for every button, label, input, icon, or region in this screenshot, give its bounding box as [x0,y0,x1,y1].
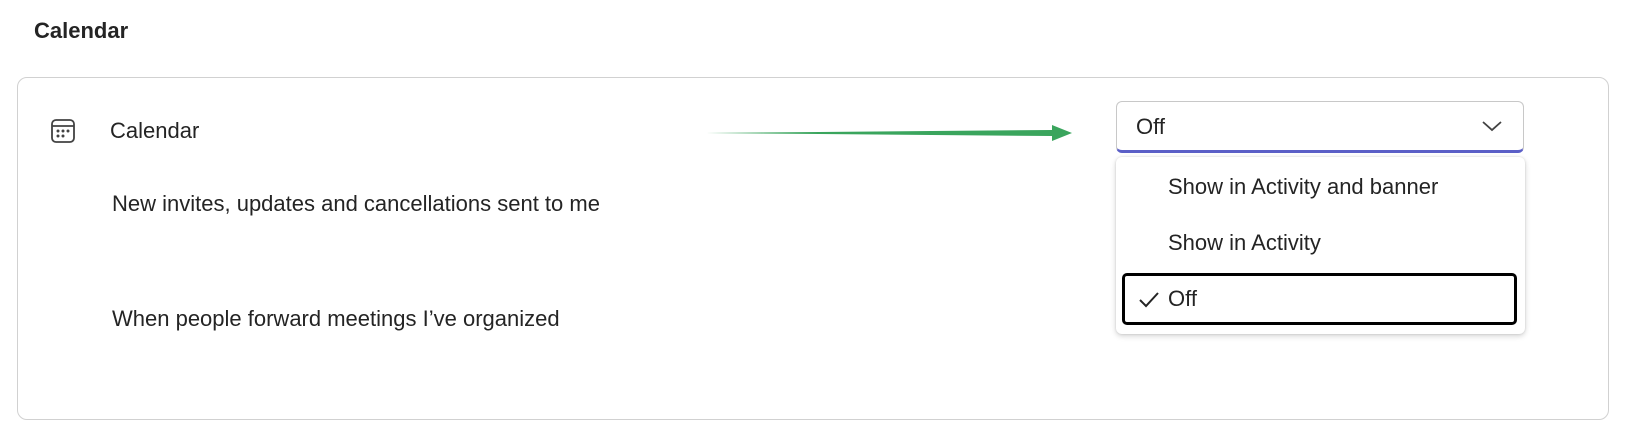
forwarded-meetings-setting-label: When people forward meetings I’ve organi… [112,306,560,331]
option-label: Show in Activity [1168,230,1321,255]
option-label: Off [1168,286,1197,311]
option-label: Show in Activity and banner [1168,174,1439,199]
chevron-down-icon [1482,121,1502,132]
card-title: Calendar [110,118,200,143]
annotation-arrow [706,125,1072,141]
calendar-icon [51,119,75,143]
new-invites-notification-dropdown[interactable]: Off [1116,101,1524,153]
option-off[interactable]: Off [1122,273,1517,325]
option-show-in-activity-and-banner[interactable]: Show in Activity and banner [1122,161,1517,213]
section-title: Calendar [34,18,129,43]
option-show-in-activity[interactable]: Show in Activity [1122,217,1517,269]
dropdown-menu: Show in Activity and banner Show in Acti… [1116,157,1525,334]
new-invites-setting-label: New invites, updates and cancellations s… [112,191,600,216]
dropdown-selected-value: Off [1136,114,1165,139]
settings-page: Calendar Calendar New invites, updates a… [0,0,1632,444]
checkmark-icon [1139,292,1159,308]
